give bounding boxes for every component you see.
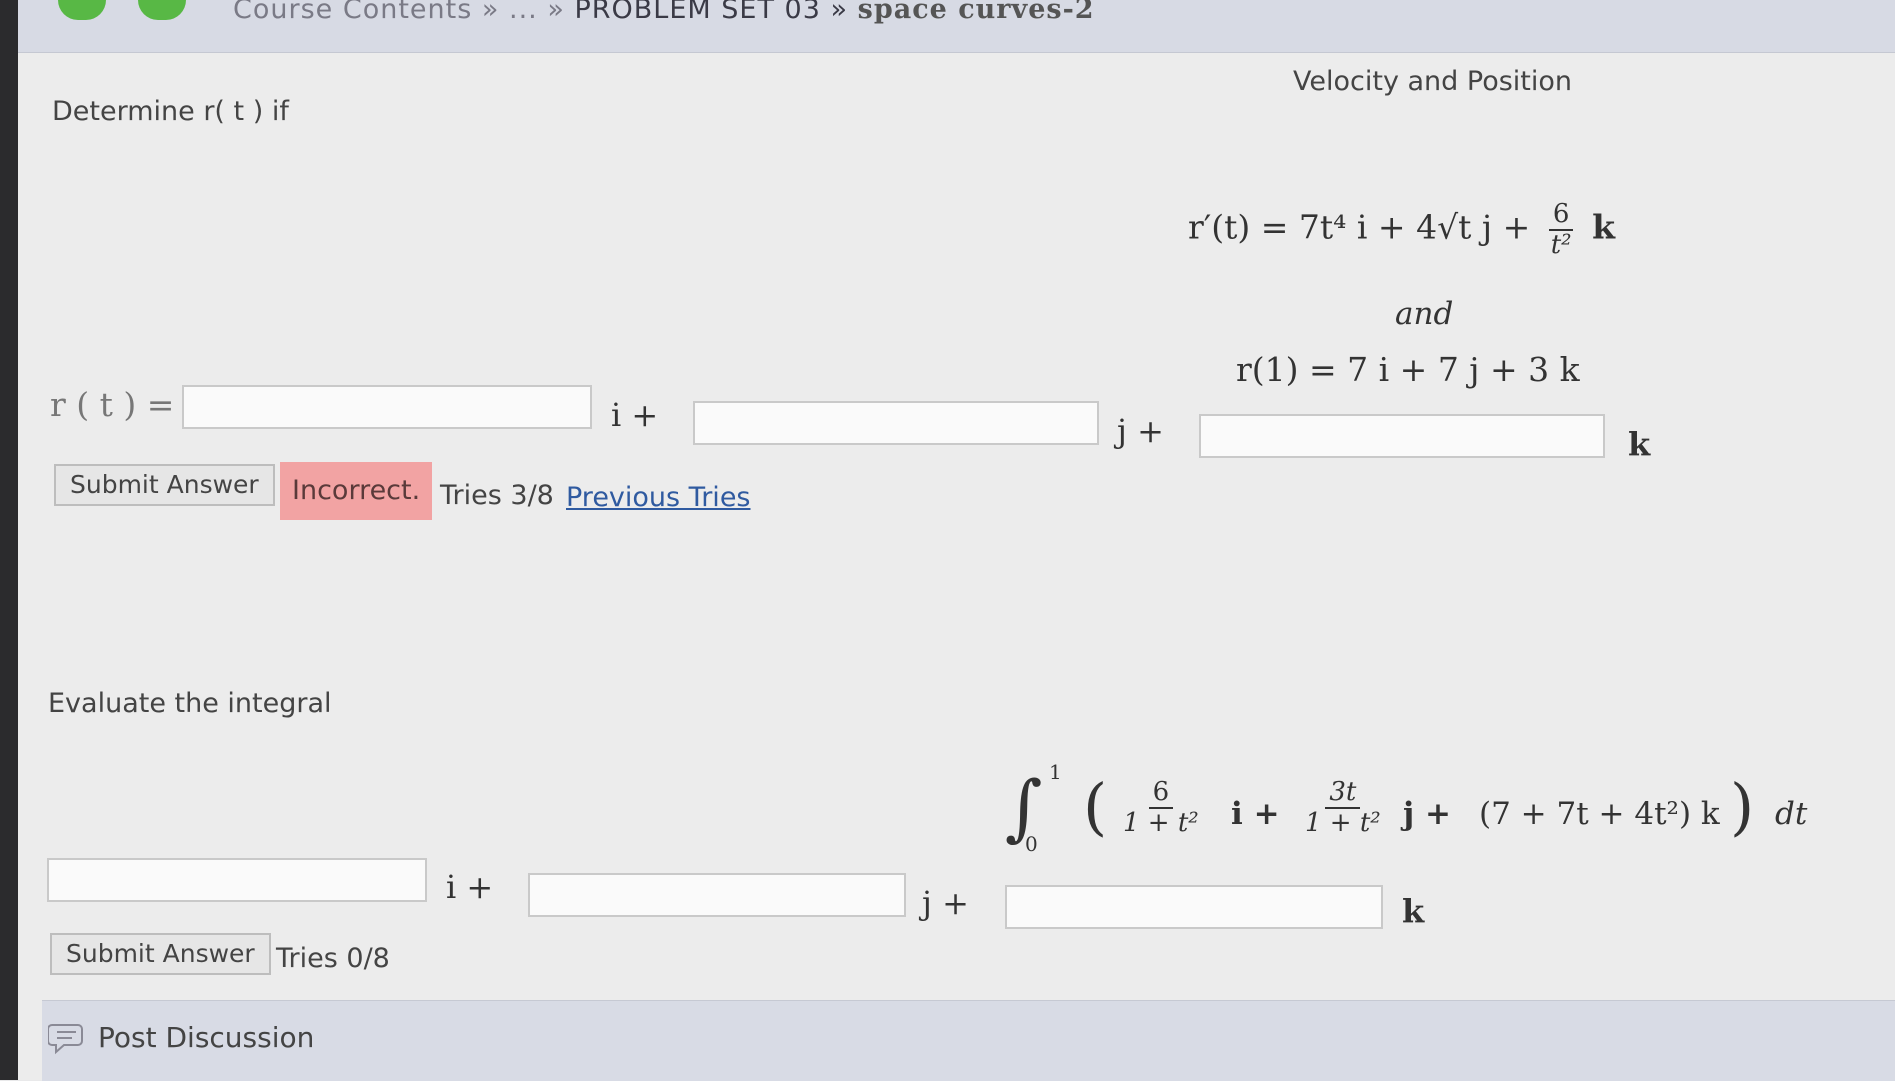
previous-tries-link[interactable]: Previous Tries	[566, 482, 751, 513]
initial-condition: r(1) = 7 i + 7 j + 3 k	[1236, 350, 1580, 389]
q1-unit-k: k	[1628, 425, 1651, 463]
q1-k-input[interactable]	[1199, 414, 1605, 458]
q2-tries: Tries 0/8	[276, 943, 390, 974]
q2-k-input[interactable]	[1005, 885, 1383, 929]
breadcrumb-course-contents[interactable]: Course Contents	[233, 0, 472, 25]
incorrect-badge: Incorrect.	[280, 462, 433, 520]
nav-back-icon[interactable]	[58, 0, 106, 20]
q2-unit-k: k	[1402, 892, 1425, 930]
left-edge	[0, 0, 18, 1080]
q2-i-input[interactable]	[47, 858, 427, 902]
integral-term1-fraction: 6 1 + t²	[1123, 777, 1199, 838]
q2-j-input[interactable]	[528, 873, 906, 917]
and-text: and	[1395, 296, 1454, 332]
r-t-label: r ( t ) =	[50, 385, 175, 424]
speech-bubble-icon[interactable]	[47, 1019, 88, 1061]
post-discussion-link[interactable]: Post Discussion	[98, 1021, 314, 1054]
q1-unit-i: i +	[611, 396, 659, 434]
q2-unit-j: j +	[922, 884, 969, 922]
breadcrumb-problem-set[interactable]: PROBLEM SET 03	[574, 0, 820, 25]
breadcrumb-bar: Course Contents » ... » PROBLEM SET 03 »…	[18, 0, 1895, 53]
q1-submit-button[interactable]: Submit Answer	[54, 464, 275, 506]
breadcrumb-ellipsis[interactable]: ...	[509, 0, 538, 25]
q1-unit-j: j +	[1117, 412, 1164, 450]
q1-prompt: Determine r( t ) if	[52, 96, 289, 127]
section-title: Velocity and Position	[1293, 66, 1573, 97]
breadcrumb: Course Contents » ... » PROBLEM SET 03 »…	[233, 0, 1095, 25]
q1-tries: Tries 3/8	[440, 480, 554, 511]
q2-submit-button[interactable]: Submit Answer	[50, 933, 271, 975]
q2-prompt: Evaluate the integral	[48, 688, 332, 719]
nav-forward-icon[interactable]	[138, 0, 186, 20]
page-title: space curves-2	[857, 0, 1095, 25]
velocity-fraction: 6 t²	[1548, 199, 1574, 260]
q1-i-input[interactable]	[182, 385, 592, 429]
velocity-equation: r′(t) = 7t⁴ i + 4√t j + 6 t² k	[1188, 199, 1615, 260]
q2-unit-i: i +	[446, 868, 494, 906]
q1-j-input[interactable]	[693, 401, 1099, 445]
post-discussion-bar: Post Discussion	[42, 1000, 1895, 1081]
integral-term2-fraction: 3t 1 + t²	[1305, 777, 1381, 838]
